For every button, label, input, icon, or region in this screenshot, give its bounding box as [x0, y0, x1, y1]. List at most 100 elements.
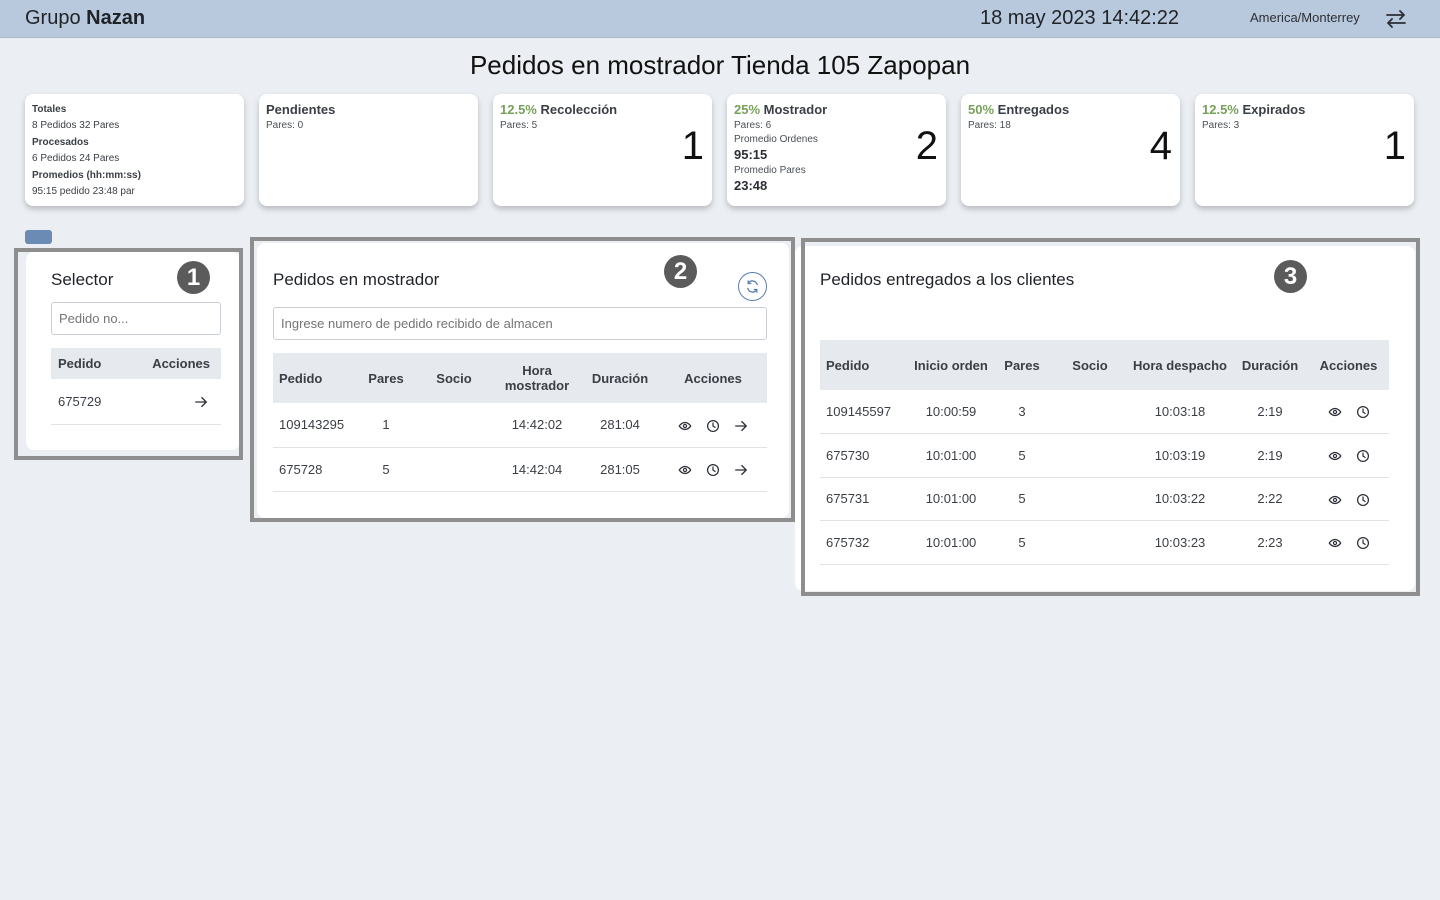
stat-card-mostrador: 25% Mostrador Pares: 6 Promedio Ordenes …: [727, 94, 946, 206]
promedios-label: Promedios (hh:mm:ss): [32, 169, 141, 181]
stat-card-totales: Totales 8 Pedidos 32 Pares Procesados 6 …: [25, 94, 244, 206]
pedido-cell: 675729: [51, 379, 123, 425]
procesados-value: 6 Pedidos 24 Pares: [32, 153, 120, 165]
entregados-title: Entregados: [997, 102, 1070, 117]
eye-icon[interactable]: [1328, 493, 1342, 507]
prom-ordenes-value: 95:15: [734, 147, 768, 162]
page-title: Pedidos en mostrador Tienda 105 Zapopan: [469, 50, 971, 80]
recoleccion-pct: 12.5%: [500, 102, 537, 117]
clock-icon[interactable]: [1356, 536, 1370, 550]
recoleccion-count: 1: [681, 124, 704, 168]
step-badge-1: 1: [177, 261, 210, 294]
hora-cell: 10:03:22: [1128, 477, 1232, 521]
stat-card-expirados: 12.5% Expirados Pares: 3 1: [1195, 94, 1414, 206]
prom-pares-label: Promedio Pares: [734, 165, 806, 176]
pedido-almacen-input[interactable]: [273, 307, 767, 340]
totales-label: Totales: [32, 104, 67, 115]
arrow-right-icon[interactable]: [734, 419, 748, 433]
arrow-right-icon[interactable]: [734, 463, 748, 477]
entregados-count: 4: [1149, 124, 1172, 168]
duracion-cell: 2:19: [1232, 390, 1308, 434]
procesados-label: Procesados: [32, 136, 89, 148]
eye-icon[interactable]: [678, 419, 692, 433]
socio-cell: [1052, 520, 1128, 565]
timezone-label: America/Monterrey: [1250, 10, 1360, 25]
duracion-cell: 2:19: [1232, 433, 1308, 478]
eye-icon[interactable]: [1328, 405, 1342, 419]
arrow-right-icon[interactable]: [194, 395, 208, 409]
entregados-panel-title: Pedidos entregados a los clientes: [820, 270, 1075, 289]
stat-card-recoleccion: 12.5% Recolección Pares: 5 1: [493, 94, 712, 206]
duracion-cell: 2:23: [1232, 520, 1308, 565]
hora-cell: 10:03:19: [1128, 433, 1232, 478]
col-hora-despacho: Hora despacho: [1128, 340, 1232, 390]
brand: Grupo Nazan: [25, 7, 145, 30]
eye-icon[interactable]: [1328, 536, 1342, 550]
table-row: 109143295 1 14:42:02 281:04: [273, 403, 767, 448]
duracion-cell: 281:04: [581, 403, 659, 448]
col-hora-mostrador: Hora mostrador: [493, 353, 581, 403]
table-row: 109145597 10:00:59 3 10:03:18 2:19: [820, 390, 1389, 434]
duracion-cell: 2:22: [1232, 477, 1308, 521]
entregados-pct: 50%: [968, 102, 995, 117]
refresh-button[interactable]: [738, 272, 767, 301]
clock-icon[interactable]: [706, 419, 720, 433]
entregados-pares: Pares: 18: [968, 120, 1011, 131]
pedido-cell: 675730: [820, 433, 910, 478]
recoleccion-pares: Pares: 5: [500, 120, 538, 131]
col-pares: Pares: [992, 340, 1052, 390]
eye-icon[interactable]: [1328, 449, 1342, 463]
pares-cell: 5: [357, 447, 415, 492]
col-socio: Socio: [1052, 340, 1128, 390]
refresh-icon: [747, 280, 758, 293]
col-pedido: Pedido: [273, 353, 357, 403]
swap-arrows-icon[interactable]: [1384, 7, 1408, 31]
col-duracion: Duración: [1232, 340, 1308, 390]
expirados-count: 1: [1383, 124, 1406, 168]
pares-cell: 3: [992, 390, 1052, 434]
hora-cell: 14:42:04: [493, 447, 581, 492]
table-row: 675728 5 14:42:04 281:05: [273, 447, 767, 492]
hora-cell: 10:03:18: [1128, 390, 1232, 434]
clock-icon[interactable]: [1356, 405, 1370, 419]
clock-icon[interactable]: [706, 463, 720, 477]
prom-pares-value: 23:48: [734, 178, 768, 193]
totales-value: 8 Pedidos 32 Pares: [32, 120, 120, 132]
socio-cell: [1052, 390, 1128, 434]
pares-cell: 5: [992, 433, 1052, 478]
prom-ordenes-label: Promedio Ordenes: [734, 134, 818, 145]
selector-title: Selector: [51, 270, 114, 289]
pedido-cell: 109143295: [273, 403, 357, 448]
step-badge-3: 3: [1274, 260, 1307, 293]
toggle-button[interactable]: [25, 230, 52, 244]
mostrador-table: Pedido Pares Socio Hora mostrador Duraci…: [273, 353, 767, 492]
inicio-cell: 10:00:59: [910, 390, 992, 434]
col-socio: Socio: [415, 353, 493, 403]
eye-icon[interactable]: [678, 463, 692, 477]
col-acciones: Acciones: [122, 348, 221, 379]
mostrador-title: Mostrador: [763, 102, 828, 117]
col-acciones: Acciones: [659, 353, 767, 403]
table-row: 675730 10:01:00 5 10:03:19 2:19: [820, 433, 1389, 478]
col-acciones: Acciones: [1308, 340, 1389, 390]
expirados-title: Expirados: [1242, 102, 1306, 117]
pendientes-pares: Pares: 0: [266, 120, 304, 131]
inicio-cell: 10:01:00: [910, 477, 992, 521]
pares-cell: 5: [992, 477, 1052, 521]
entregados-table: Pedido Inicio orden Pares Socio Hora des…: [820, 340, 1389, 565]
step-badge-2: 2: [664, 255, 697, 288]
col-duracion: Duración: [581, 353, 659, 403]
table-row: 675732 10:01:00 5 10:03:23 2:23: [820, 520, 1389, 565]
pedido-search-input[interactable]: [51, 302, 221, 335]
inicio-cell: 10:01:00: [910, 520, 992, 565]
clock-icon[interactable]: [1356, 449, 1370, 463]
clock-icon[interactable]: [1356, 493, 1370, 507]
expirados-pares: Pares: 3: [1202, 120, 1240, 131]
socio-cell: [1052, 433, 1128, 478]
col-pedido: Pedido: [51, 348, 123, 379]
hora-cell: 14:42:02: [493, 403, 581, 448]
inicio-cell: 10:01:00: [910, 433, 992, 478]
col-inicio-orden: Inicio orden: [910, 340, 992, 390]
duracion-cell: 281:05: [581, 447, 659, 492]
pendientes-title: Pendientes: [266, 102, 336, 117]
